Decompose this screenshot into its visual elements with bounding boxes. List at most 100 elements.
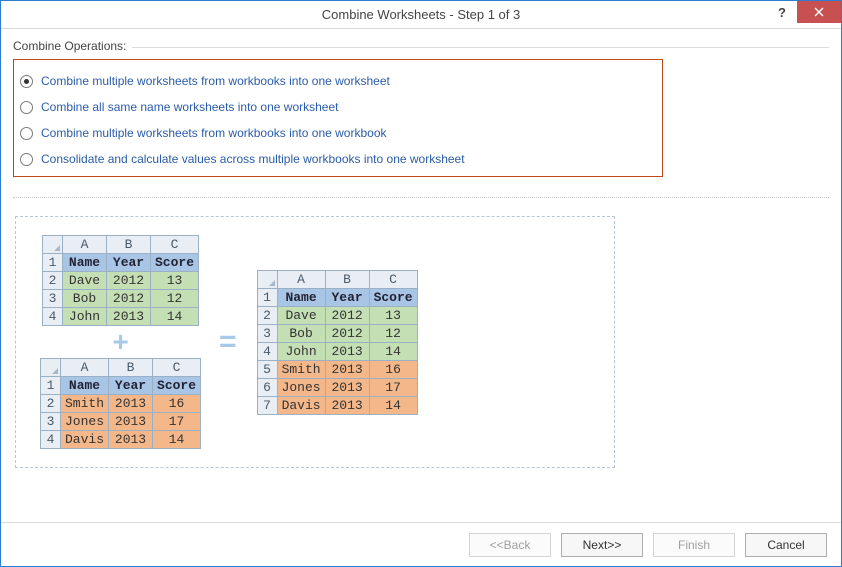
group-label: Combine Operations: (13, 39, 126, 53)
equals-icon: = (219, 327, 239, 357)
row-header: 4 (257, 342, 277, 360)
data-cell: Bob (63, 290, 107, 308)
data-cell: 2013 (109, 413, 153, 431)
col-header: A (63, 236, 107, 254)
row-header: 4 (41, 431, 61, 449)
dialog-footer: <<Back Next>> Finish Cancel (1, 522, 841, 566)
radio-indicator (20, 101, 33, 114)
data-cell: Smith (277, 360, 325, 378)
col-header: B (325, 270, 369, 288)
close-icon (814, 7, 824, 17)
radio-label: Combine multiple worksheets from workboo… (41, 126, 387, 140)
data-cell: John (63, 308, 107, 326)
radio-option-2[interactable]: Combine multiple worksheets from workboo… (16, 120, 652, 146)
col-header: C (369, 270, 417, 288)
data-cell: 14 (369, 342, 417, 360)
preview-panel: ABC1NameYearScore2Dave2012133Bob2012124J… (15, 216, 615, 468)
header-cell: Score (369, 288, 417, 306)
table-row: 3Jones201317 (41, 413, 201, 431)
data-cell: Jones (277, 378, 325, 396)
row-header: 6 (257, 378, 277, 396)
sheet-corner (257, 270, 277, 288)
dialog-window: Combine Worksheets - Step 1 of 3 ? Combi… (0, 0, 842, 567)
titlebar: Combine Worksheets - Step 1 of 3 ? (1, 1, 841, 29)
row-header: 4 (43, 308, 63, 326)
data-cell: Bob (277, 324, 325, 342)
cancel-button[interactable]: Cancel (745, 533, 827, 557)
header-cell: Year (107, 254, 151, 272)
data-cell: Davis (61, 431, 109, 449)
data-cell: 2013 (325, 396, 369, 414)
title-controls: ? (767, 1, 841, 28)
data-cell: 13 (369, 306, 417, 324)
data-cell: 14 (369, 396, 417, 414)
header-cell: Name (63, 254, 107, 272)
help-button[interactable]: ? (767, 1, 797, 23)
preview-sheet-2: ABC1NameYearScore2Smith2013163Jones20131… (40, 358, 201, 449)
table-row: 6Jones201317 (257, 378, 417, 396)
data-cell: 14 (153, 431, 201, 449)
row-header: 2 (257, 306, 277, 324)
data-cell: 2013 (109, 395, 153, 413)
data-cell: 13 (151, 272, 199, 290)
header-cell: Name (61, 377, 109, 395)
preview-sheet-1: ABC1NameYearScore2Dave2012133Bob2012124J… (42, 235, 199, 326)
data-cell: Dave (277, 306, 325, 324)
radio-group: Combine multiple worksheets from workboo… (16, 68, 652, 172)
row-header: 2 (41, 395, 61, 413)
table-row: 4Davis201314 (41, 431, 201, 449)
table-row: 4John201314 (43, 308, 199, 326)
row-header: 7 (257, 396, 277, 414)
next-button[interactable]: Next>> (561, 533, 643, 557)
window-title: Combine Worksheets - Step 1 of 3 (322, 7, 520, 22)
header-cell: Year (325, 288, 369, 306)
back-button: <<Back (469, 533, 551, 557)
radio-indicator (20, 75, 33, 88)
data-cell: Smith (61, 395, 109, 413)
table-row: 4John201314 (257, 342, 417, 360)
row-header: 3 (41, 413, 61, 431)
sheet-corner (43, 236, 63, 254)
data-cell: Dave (63, 272, 107, 290)
data-cell: 12 (369, 324, 417, 342)
group-separator (132, 47, 829, 48)
data-cell: 16 (369, 360, 417, 378)
table-row: 3Bob201212 (257, 324, 417, 342)
data-cell: 14 (151, 308, 199, 326)
row-header: 1 (257, 288, 277, 306)
row-header: 3 (43, 290, 63, 308)
radio-label: Combine multiple worksheets from workboo… (41, 74, 390, 88)
data-cell: 2012 (107, 290, 151, 308)
close-button[interactable] (797, 1, 841, 23)
table-row: 2Dave201213 (257, 306, 417, 324)
data-cell: 2012 (325, 306, 369, 324)
row-header: 2 (43, 272, 63, 290)
data-cell: 12 (151, 290, 199, 308)
data-cell: 17 (369, 378, 417, 396)
preview-left-stack: ABC1NameYearScore2Dave2012133Bob2012124J… (40, 235, 201, 449)
radio-indicator (20, 127, 33, 140)
col-header: A (277, 270, 325, 288)
row-header: 1 (41, 377, 61, 395)
header-cell: Name (277, 288, 325, 306)
table-row: 5Smith201316 (257, 360, 417, 378)
dialog-body: Combine Operations: Combine multiple wor… (1, 29, 841, 566)
radio-option-0[interactable]: Combine multiple worksheets from workboo… (16, 68, 652, 94)
header-cell: Score (153, 377, 201, 395)
radio-label: Consolidate and calculate values across … (41, 152, 465, 166)
radio-option-3[interactable]: Consolidate and calculate values across … (16, 146, 652, 172)
radio-option-1[interactable]: Combine all same name worksheets into on… (16, 94, 652, 120)
data-cell: 2013 (325, 360, 369, 378)
sheet-corner (41, 359, 61, 377)
data-cell: Jones (61, 413, 109, 431)
data-cell: 2013 (325, 378, 369, 396)
col-header: C (151, 236, 199, 254)
table-row: 3Bob201212 (43, 290, 199, 308)
plus-icon: + (112, 328, 128, 356)
data-cell: John (277, 342, 325, 360)
table-row: 2Smith201316 (41, 395, 201, 413)
col-header: B (107, 236, 151, 254)
data-cell: 2013 (109, 431, 153, 449)
radio-label: Combine all same name worksheets into on… (41, 100, 338, 114)
row-header: 5 (257, 360, 277, 378)
